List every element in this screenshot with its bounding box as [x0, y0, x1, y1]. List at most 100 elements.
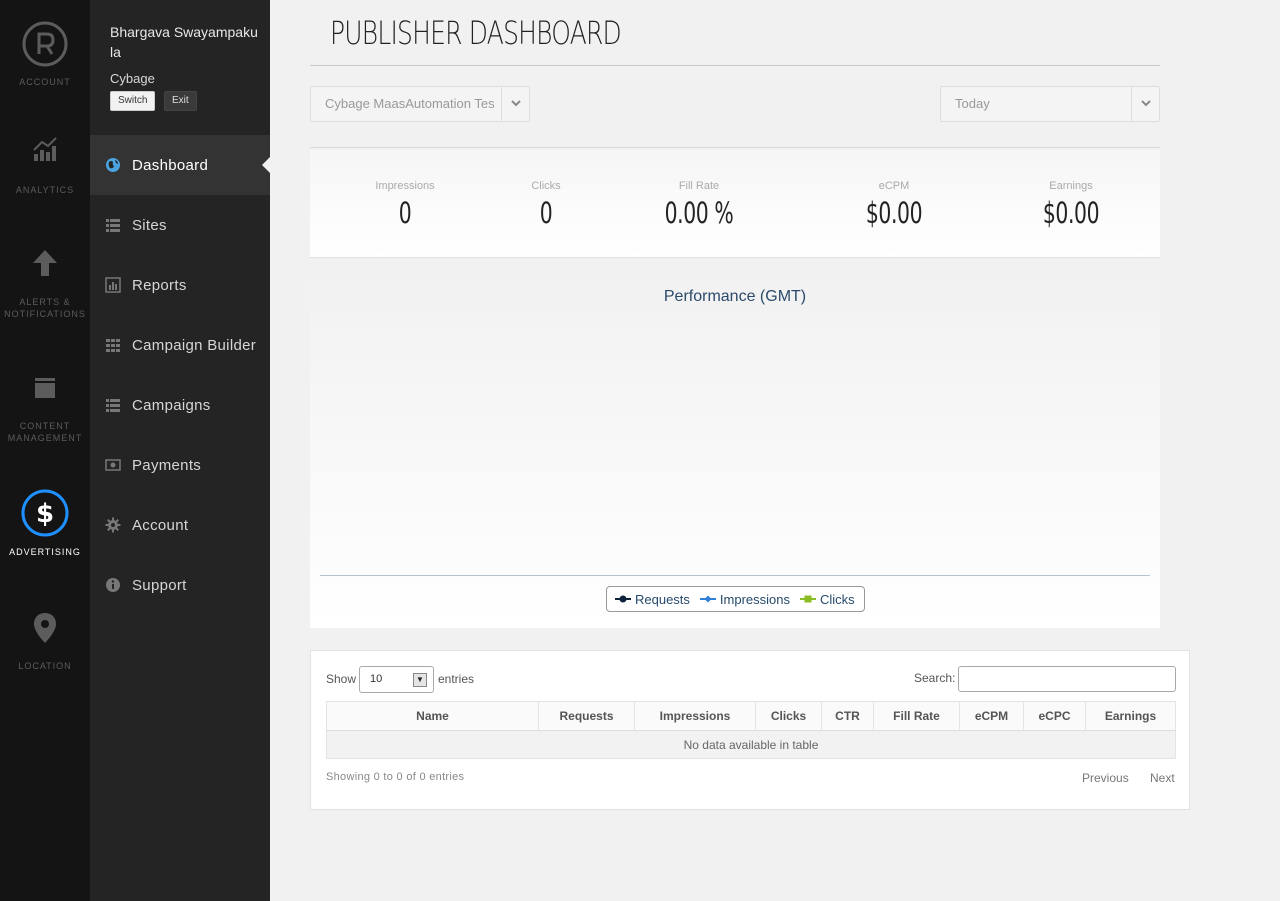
nav-item-campaign-builder[interactable]: Campaign Builder	[90, 315, 270, 375]
site-select[interactable]: Cybage MaasAutomation Tes	[310, 86, 530, 122]
switch-button[interactable]: Switch	[110, 91, 156, 111]
dropdown-arrow-icon: ▼	[413, 673, 427, 687]
nav-label-payments: Payments	[132, 456, 202, 474]
rail-item-advertising[interactable]: $ ADVERTISING	[0, 488, 90, 558]
rail-label-advertising: ADVERTISING	[9, 547, 81, 557]
nav-item-campaigns[interactable]: Campaigns	[90, 375, 270, 435]
table-header-row: Name Requests Impressions Clicks CTR Fil…	[326, 701, 1176, 731]
stat-label: eCPM	[878, 180, 910, 192]
entries-length-select[interactable]: 10 ▼	[359, 666, 434, 693]
account-logo-icon	[22, 21, 68, 67]
stat-value: $0.00	[1042, 196, 1100, 230]
rail-item-analytics[interactable]: ANALYTICS	[0, 136, 90, 196]
user-name: Bhargava Swayampakula	[110, 24, 258, 60]
data-table-card: Show 10 ▼ entries Search: Name Requests …	[310, 650, 1190, 810]
rail-label-management: MANAGEMENT	[7, 433, 83, 443]
empty-table-message: No data available in table	[326, 730, 1176, 759]
date-range-select[interactable]: Today	[940, 86, 1160, 122]
chart-legend: Requests Impressions Clicks	[606, 586, 865, 612]
rail-label-account: ACCOUNT	[19, 77, 71, 87]
globe-icon	[106, 158, 120, 172]
stat-value: $0.00	[865, 196, 923, 230]
exit-button[interactable]: Exit	[164, 91, 197, 111]
col-header-ecpm[interactable]: eCPM	[959, 701, 1024, 731]
stat-impressions: Impressions 0	[365, 180, 445, 230]
money-icon	[105, 459, 121, 471]
pagination-next[interactable]: Next	[1150, 771, 1175, 785]
nav-item-sites[interactable]: Sites	[90, 195, 270, 255]
dollar-icon: $	[21, 489, 69, 537]
stat-value: 0.00 %	[664, 196, 734, 230]
rail-label-content: CONTENT	[19, 421, 71, 431]
stat-clicks: Clicks 0	[506, 180, 586, 230]
nav-label-campaign-builder: Campaign Builder	[132, 336, 257, 354]
stat-label: Impressions	[375, 180, 435, 192]
page-title: PUBLISHER DASHBOARD	[330, 14, 622, 52]
location-pin-icon	[34, 613, 56, 643]
stat-label: Earnings	[1049, 180, 1093, 192]
nav-item-payments[interactable]: Payments	[90, 435, 270, 495]
grid-icon	[106, 339, 120, 352]
col-header-earnings[interactable]: Earnings	[1085, 701, 1176, 731]
show-label: Show	[326, 672, 357, 686]
nav-label-reports: Reports	[132, 276, 187, 294]
chart-x-axis	[320, 575, 1150, 576]
stat-earnings: Earnings $0.00	[1021, 180, 1121, 230]
legend-item-impressions[interactable]: Impressions	[699, 591, 790, 607]
table-info: Showing 0 to 0 of 0 entries	[326, 771, 465, 783]
inbox-icon	[35, 378, 55, 398]
legend-item-requests[interactable]: Requests	[615, 592, 690, 607]
rail-item-content[interactable]: CONTENT MANAGEMENT	[0, 374, 90, 444]
col-header-clicks[interactable]: Clicks	[755, 701, 822, 731]
nav-item-reports[interactable]: Reports	[90, 255, 270, 315]
col-header-ctr[interactable]: CTR	[821, 701, 874, 731]
chart-title: Performance (GMT)	[663, 288, 807, 305]
site-select-value: Cybage MaasAutomation Tes	[325, 96, 495, 111]
col-header-fill-rate[interactable]: Fill Rate	[873, 701, 960, 731]
chevron-down-icon	[501, 87, 529, 121]
rail-label-notifications: NOTIFICATIONS	[4, 309, 86, 319]
legend-marker-requests	[615, 595, 631, 603]
nav-label-account: Account	[132, 516, 189, 534]
stat-label: Fill Rate	[678, 180, 720, 192]
pagination-previous[interactable]: Previous	[1082, 771, 1129, 785]
data-table: Name Requests Impressions Clicks CTR Fil…	[326, 701, 1176, 759]
sidebar: Bhargava Swayampakula Cybage Switch Exit…	[90, 0, 270, 901]
list-icon	[106, 399, 120, 412]
active-caret	[262, 157, 270, 173]
legend-label: Requests	[635, 591, 690, 607]
entries-label: entries	[438, 672, 475, 686]
nav-label-sites: Sites	[132, 216, 167, 234]
nav-label-campaigns: Campaigns	[132, 396, 211, 414]
table-row: No data available in table	[326, 730, 1176, 759]
legend-item-clicks[interactable]: Clicks	[800, 592, 855, 607]
search-input[interactable]	[958, 666, 1176, 692]
chevron-down-icon	[1131, 87, 1159, 121]
col-header-impressions[interactable]: Impressions	[634, 701, 756, 731]
filters-divider	[310, 147, 1160, 148]
rail-item-account[interactable]: ACCOUNT	[0, 20, 90, 88]
col-header-ecpc[interactable]: eCPC	[1023, 701, 1086, 731]
stat-value: 0	[398, 196, 412, 230]
rail-item-location[interactable]: LOCATION	[0, 612, 90, 672]
nav-item-support[interactable]: Support	[90, 555, 270, 615]
legend-label: Clicks	[820, 591, 855, 607]
col-header-name[interactable]: Name	[326, 701, 539, 731]
stat-value: 0	[539, 196, 553, 230]
nav-item-account[interactable]: Account	[90, 495, 270, 555]
svg-text:$: $	[36, 499, 54, 529]
legend-marker-clicks	[800, 595, 816, 603]
rail-item-alerts[interactable]: ALERTS & NOTIFICATIONS	[0, 248, 90, 320]
rail-label-alerts: ALERTS &	[19, 297, 71, 307]
date-range-value: Today	[955, 96, 990, 111]
legend-label: Impressions	[719, 591, 790, 607]
col-header-requests[interactable]: Requests	[538, 701, 635, 731]
stat-ecpm: eCPM $0.00	[844, 180, 944, 230]
app-rail: ACCOUNT ANALYTICS ALERTS & NOTIFICATIONS…	[0, 0, 90, 901]
analytics-icon	[33, 137, 57, 161]
nav-item-dashboard[interactable]: Dashboard	[90, 135, 270, 195]
list-icon	[106, 219, 120, 232]
nav-label-dashboard: Dashboard	[132, 156, 209, 174]
stat-fill-rate: Fill Rate 0.00 %	[639, 180, 759, 230]
org-name: Cybage	[110, 71, 155, 86]
